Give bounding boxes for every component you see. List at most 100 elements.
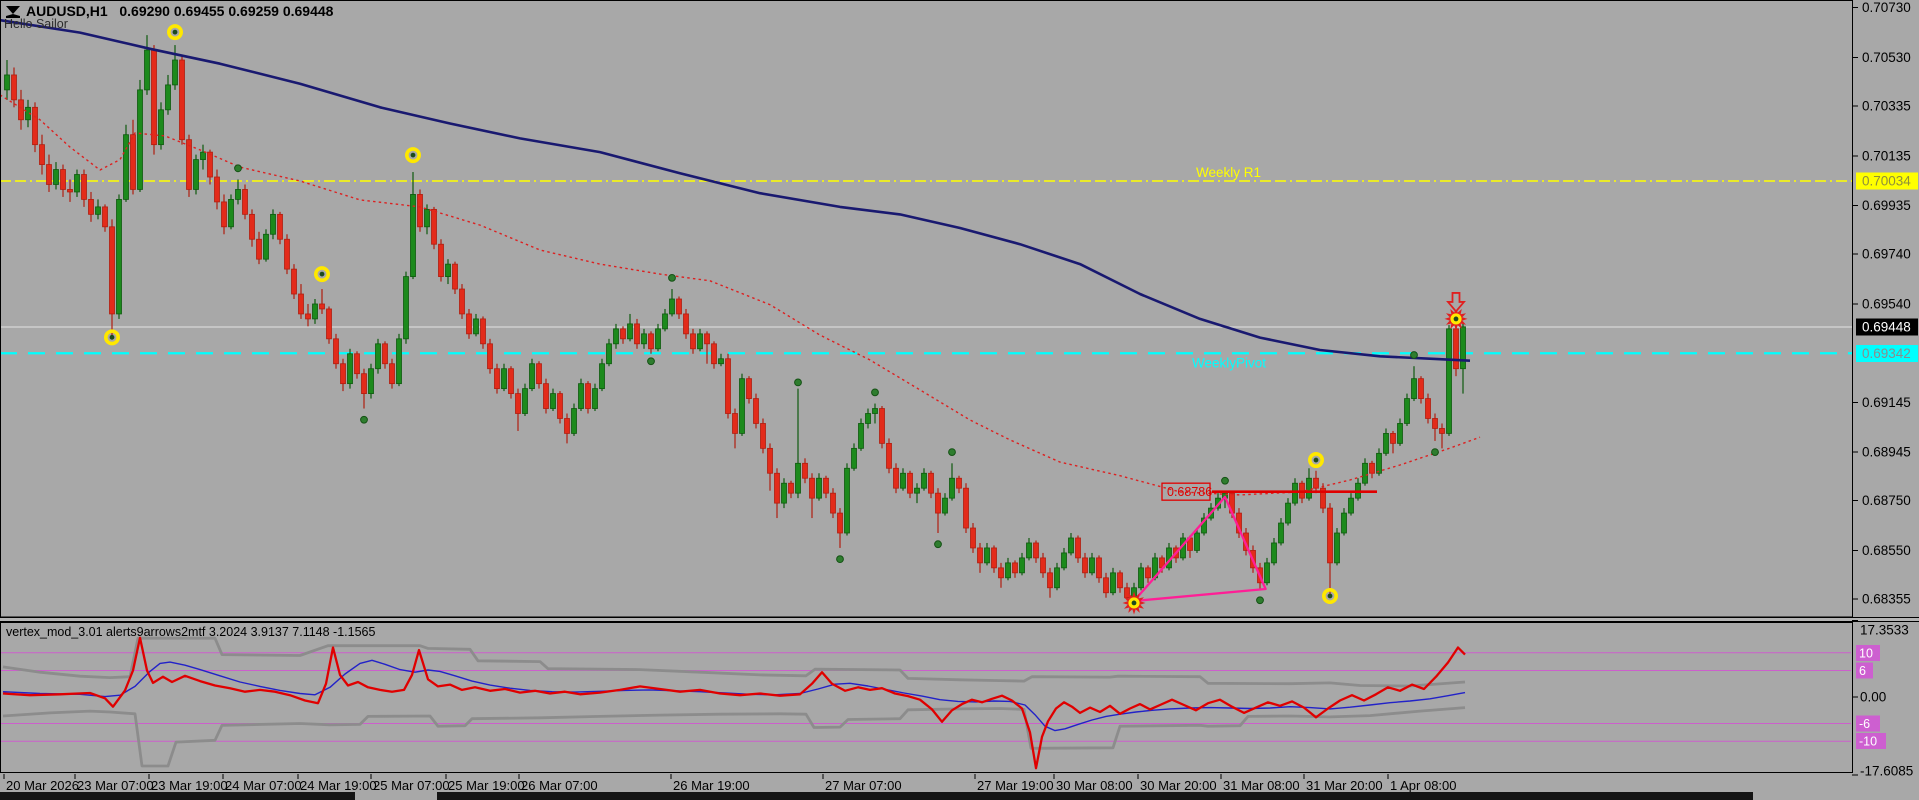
price-label: 0.68355 [1862, 591, 1911, 606]
candle-bear [732, 413, 738, 434]
candle-bear [676, 298, 682, 315]
candle-bear [725, 358, 731, 414]
candle-bull [403, 276, 409, 340]
candle-bull [1110, 572, 1116, 594]
chart-canvas[interactable]: Weekly R1 WeeklyPivot 0.68786 0.70730 0.7053… [0, 0, 1919, 800]
candle-bear [1075, 537, 1081, 559]
candle-bear [438, 243, 444, 277]
trendline-label: 0.68786 [1167, 485, 1212, 499]
candle-bull [501, 368, 507, 390]
candle-bull [1061, 552, 1067, 569]
candle-bull [1334, 532, 1340, 564]
candle-bear [746, 378, 752, 399]
candle-bear [620, 328, 626, 340]
candle-bull [1348, 497, 1354, 514]
candle-bull [1397, 423, 1403, 444]
signal-dot-green [934, 540, 942, 549]
time-label: 25 Mar 19:00 [448, 778, 525, 793]
price-label: 0.69740 [1862, 247, 1911, 262]
candle-bear [151, 49, 157, 146]
candle-bull [858, 423, 864, 449]
candle-bull [116, 199, 122, 315]
pivot-price-tag: 0.69342 [1856, 344, 1918, 362]
current-price-tag: 0.69448 [1856, 318, 1918, 336]
candle-bear [186, 139, 192, 190]
candle-bull [900, 472, 906, 489]
candle-bear [767, 447, 773, 474]
chart-comment: Hello Sailor [4, 17, 68, 31]
candle-bear [1145, 567, 1151, 579]
candle-bull [263, 233, 269, 260]
indicator-level-tag: -6 [1856, 715, 1880, 732]
candle-bear [487, 343, 493, 370]
candle-bear [970, 527, 976, 549]
candle-bull [396, 338, 402, 385]
candle-bear [298, 293, 304, 315]
time-label: 25 Mar 07:00 [373, 778, 450, 793]
candle-bear [564, 418, 570, 434]
candle-bear [907, 472, 913, 494]
weekly-r1-price-tag-text: 0.70034 [1862, 174, 1911, 189]
candle-bear [1033, 542, 1039, 559]
yellow-ring-center [319, 271, 325, 277]
time-label: 24 Mar 07:00 [225, 778, 302, 793]
indicator-level-tag: 6 [1856, 662, 1873, 679]
sun-center-dot [1453, 316, 1459, 322]
candle-bear [326, 308, 332, 340]
candle-bear [1369, 462, 1375, 474]
yellow-ring-center [1313, 457, 1319, 463]
candle-bull [865, 413, 871, 424]
symbol-dropdown-icon[interactable] [6, 6, 20, 16]
candle-bear [46, 164, 52, 185]
candle-bull [669, 298, 675, 315]
candle-bear [39, 144, 45, 165]
candle-bear [333, 338, 339, 365]
mt4-chart-window: Weekly R1 WeeklyPivot 0.68786 0.70730 0.7053… [0, 0, 1919, 800]
indicator-scale-label: 0.00 [1860, 690, 1886, 705]
candle-bull [662, 313, 668, 330]
signal-dot-green [647, 357, 655, 366]
candle-bear [109, 226, 115, 315]
candle-bull [522, 388, 528, 414]
candle-bear [963, 487, 969, 529]
candle-bear [1103, 577, 1109, 594]
candle-bear [284, 238, 290, 270]
candle-bull [949, 477, 955, 499]
candle-bull [53, 169, 59, 185]
level-tag-text: 6 [1859, 664, 1866, 678]
signal-dot-green [1256, 596, 1264, 605]
candle-bear [32, 106, 38, 146]
candle-bull [697, 333, 703, 350]
price-label: 0.70335 [1862, 99, 1911, 114]
candle-bull [739, 378, 745, 434]
candle-bear [81, 174, 87, 200]
candle-bear [130, 134, 136, 190]
candle-bull [781, 482, 787, 504]
candle-bear [1124, 587, 1130, 599]
signal-dot-green [360, 415, 368, 424]
candle-bear [788, 482, 794, 494]
candle-bear [319, 303, 325, 310]
bottom-scrollbar[interactable] [437, 792, 1753, 800]
candle-bull [550, 393, 556, 409]
bottom-scrollbar[interactable] [0, 792, 355, 800]
pivot-price-tag-text: 0.69342 [1862, 346, 1911, 361]
price-label: 0.68945 [1862, 445, 1911, 460]
candle-bull [914, 487, 920, 494]
price-label: 0.69935 [1862, 198, 1911, 213]
candle-bear [305, 313, 311, 320]
candle-bear [277, 213, 283, 240]
time-label: 24 Mar 19:00 [300, 778, 377, 793]
candle-bear [753, 398, 759, 424]
candle-bull [172, 59, 178, 86]
candle-bear [242, 189, 248, 215]
candle-bear [340, 363, 346, 385]
candle-bull [1341, 512, 1347, 534]
time-label: 30 Mar 08:00 [1056, 778, 1133, 793]
candle-bull [606, 343, 612, 365]
candle-bear [361, 373, 367, 394]
candle-bull [375, 343, 381, 370]
price-label: 0.69540 [1862, 296, 1911, 311]
candle-bull [1005, 562, 1011, 579]
signal-dot-green [1431, 448, 1439, 456]
